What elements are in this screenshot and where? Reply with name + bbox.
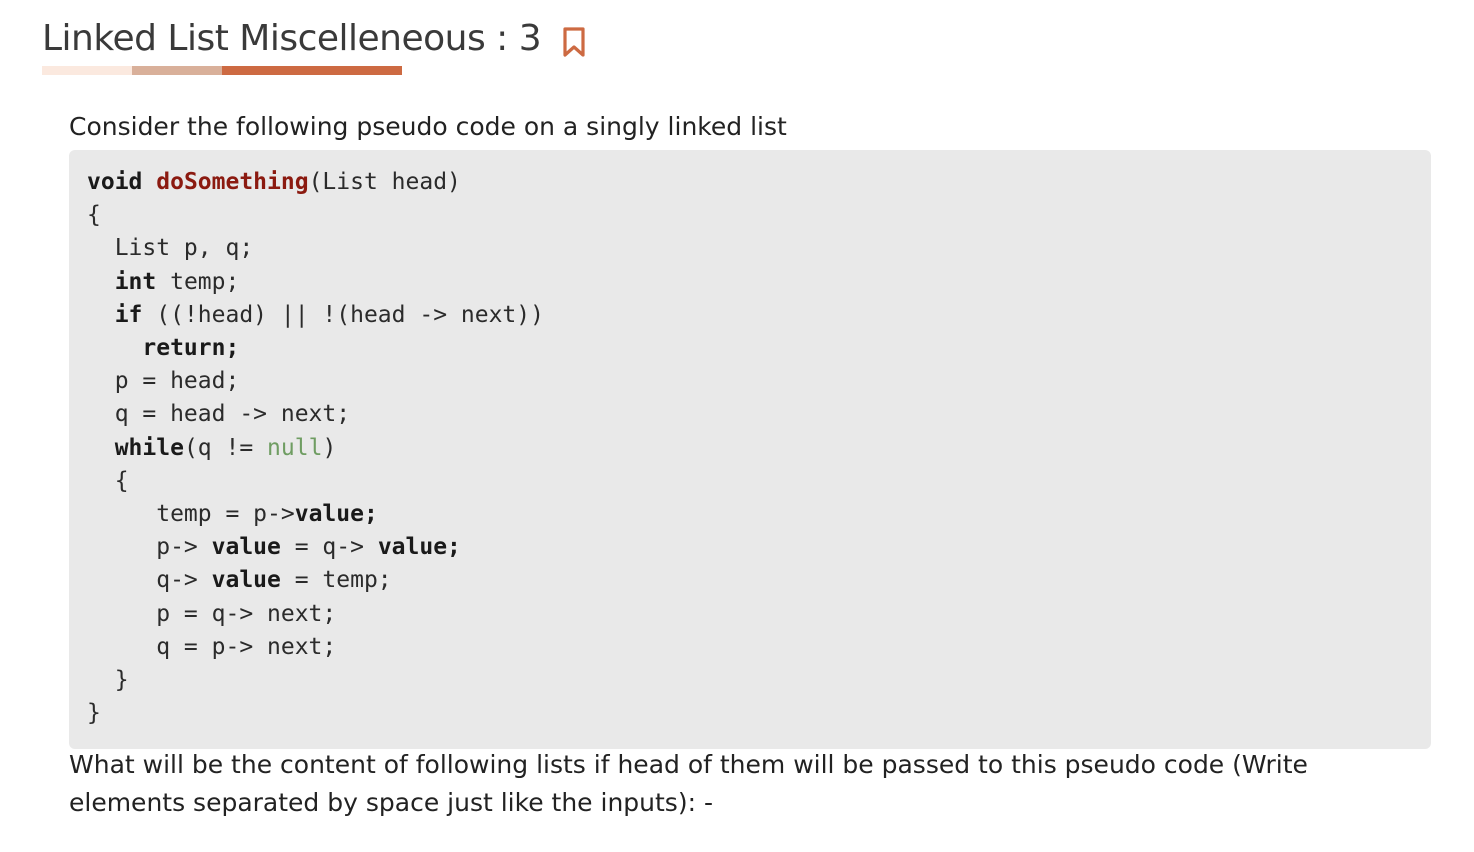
code-keyword: while xyxy=(114,434,184,461)
code-keyword: value; xyxy=(377,534,461,561)
code-keyword: void xyxy=(87,169,143,195)
code-keyword: value xyxy=(211,534,281,561)
code-line-6: return; xyxy=(87,332,1431,365)
code-text: q-> xyxy=(87,567,212,594)
code-line-4: int temp; xyxy=(87,266,1431,299)
underline-segment-dark xyxy=(222,66,402,75)
code-line-14: p = q-> next; xyxy=(87,600,337,627)
code-text: temp; xyxy=(156,268,240,295)
underline-segment-medium xyxy=(132,66,222,75)
code-line-12: p-> value = q-> value; xyxy=(87,531,1431,564)
code-text: = temp; xyxy=(280,567,392,594)
code-text: ((!head) || !(head -> next)) xyxy=(142,301,544,328)
bookmark-icon[interactable] xyxy=(561,26,587,58)
code-line-10: { xyxy=(87,467,129,494)
code-line-9: while(q != null) xyxy=(87,432,1431,465)
code-line-13: q-> value = temp; xyxy=(87,564,1431,597)
code-line-16: } xyxy=(87,667,129,694)
code-keyword: if xyxy=(114,301,143,328)
code-text: temp = p-> xyxy=(87,501,295,528)
code-text: (q != xyxy=(183,434,268,461)
code-keyword: return; xyxy=(142,335,240,362)
code-line-5: if ((!head) || !(head -> next)) xyxy=(87,299,1431,332)
code-keyword: value xyxy=(211,567,281,594)
code-line-15: q = p-> next; xyxy=(87,633,337,660)
code-line-1: void doSomething(List head) xyxy=(87,166,1431,199)
question-intro: Consider the following pseudo code on a … xyxy=(69,112,787,141)
code-line-2: { xyxy=(87,202,101,229)
code-text: p-> xyxy=(87,534,212,561)
underline-segment-light xyxy=(42,66,132,75)
code-line-3: List p, q; xyxy=(87,235,254,262)
code-line-17: } xyxy=(87,700,101,727)
page-title: Linked List Miscelleneous : 3 xyxy=(42,18,542,59)
code-keyword: value; xyxy=(294,501,378,528)
code-line-7: p = head; xyxy=(87,368,240,395)
page-header: Linked List Miscelleneous : 3 xyxy=(42,18,587,59)
code-text: ) xyxy=(322,434,337,461)
code-keyword: int xyxy=(114,268,157,295)
question-text: What will be the content of following li… xyxy=(69,750,1308,817)
code-literal: null xyxy=(267,434,323,461)
code-text: (List head) xyxy=(308,169,461,195)
code-function-name: doSomething xyxy=(156,169,309,195)
title-underline xyxy=(42,66,402,75)
code-block: void doSomething(List head){ List p, q; … xyxy=(69,150,1431,749)
code-text: = q-> xyxy=(280,534,378,561)
code-line-8: q = head -> next; xyxy=(87,401,351,428)
code-line-11: temp = p->value; xyxy=(87,498,1431,531)
